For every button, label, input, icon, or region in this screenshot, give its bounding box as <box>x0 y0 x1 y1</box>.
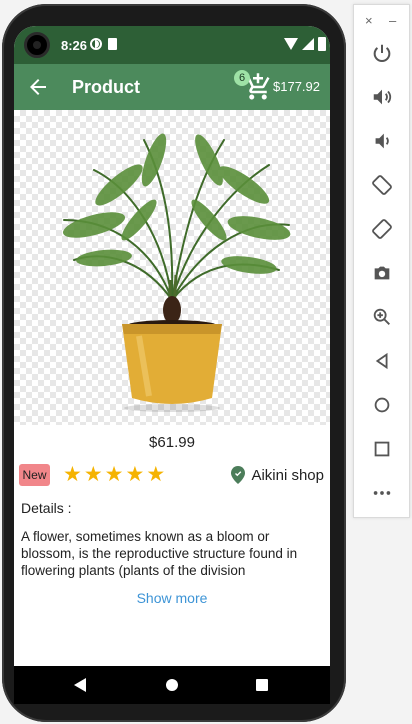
product-description: A flower, sometimes known as a bloom or … <box>21 529 298 578</box>
rotate-left-button[interactable] <box>368 171 396 199</box>
zoom-icon <box>373 308 390 325</box>
zoom-button[interactable] <box>368 303 396 331</box>
star-icon: ★ <box>104 463 124 486</box>
system-nav-bar <box>14 666 330 704</box>
star-icon: ★ <box>83 463 103 486</box>
potted-palm-image <box>62 133 291 412</box>
sd-card-icon <box>108 38 117 50</box>
minimize-window-button[interactable]: – <box>389 13 396 28</box>
rating-stars: ★ ★ ★ ★ ★ <box>63 464 165 486</box>
show-more-button[interactable]: Show more <box>14 590 330 606</box>
rotate-right-icon <box>372 219 392 239</box>
arrow-back-icon <box>30 79 46 95</box>
volume-up-icon <box>373 89 392 105</box>
product-price: $61.99 <box>149 434 195 451</box>
app-bar: Product 6 $177.92 <box>14 64 330 110</box>
home-button-emulator[interactable] <box>368 391 396 419</box>
volume-down-button[interactable] <box>368 127 396 155</box>
product-image <box>14 110 330 425</box>
shop-name: Aikini shop <box>251 466 324 484</box>
nav-home-icon[interactable] <box>166 679 178 691</box>
app-screen: 8:26 Product 6 $177.92 $61.99 New ★ ★ ★ … <box>14 26 330 670</box>
rotate-right-button[interactable] <box>368 215 396 243</box>
shop-location-icon <box>231 466 246 484</box>
more-button-emulator[interactable] <box>368 479 396 507</box>
front-camera <box>24 32 50 58</box>
screenshot-button[interactable] <box>368 259 396 287</box>
back-button[interactable] <box>26 75 50 99</box>
new-badge: New <box>19 464 50 486</box>
shop-link[interactable]: Aikini shop <box>231 466 324 484</box>
page-title: Product <box>72 77 141 97</box>
close-window-button[interactable]: × <box>365 13 373 28</box>
back-icon <box>375 352 388 370</box>
star-icon: ★ <box>63 463 82 486</box>
back-button-emulator[interactable] <box>368 347 396 375</box>
overview-icon <box>374 441 390 457</box>
wifi-icon <box>284 38 298 50</box>
star-icon: ★ <box>125 463 145 486</box>
power-icon <box>373 44 391 62</box>
more-icon <box>373 491 391 495</box>
data-saver-icon <box>90 38 102 50</box>
emulator-stage: 8:26 Product 6 $177.92 $61.99 New ★ ★ ★ … <box>0 0 412 724</box>
battery-icon <box>318 37 326 51</box>
power-button[interactable] <box>368 39 396 67</box>
rotate-left-icon <box>372 175 392 195</box>
volume-up-button[interactable] <box>368 83 396 111</box>
volume-down-icon <box>375 133 389 149</box>
home-icon <box>374 397 390 413</box>
nav-back-icon[interactable] <box>74 678 86 692</box>
star-icon: ★ <box>146 463 166 486</box>
signal-icon <box>302 38 314 50</box>
emulator-toolbar: × – <box>353 4 410 518</box>
status-bar: 8:26 <box>14 26 330 64</box>
status-time: 8:26 <box>61 38 88 53</box>
nav-recent-icon[interactable] <box>256 679 268 691</box>
status-indicators <box>284 37 326 51</box>
camera-icon <box>374 266 390 280</box>
cart-total: $177.92 <box>273 79 320 94</box>
overview-button-emulator[interactable] <box>368 435 396 463</box>
cart-count-badge: 6 <box>234 70 250 86</box>
details-label: Details : <box>21 500 72 516</box>
